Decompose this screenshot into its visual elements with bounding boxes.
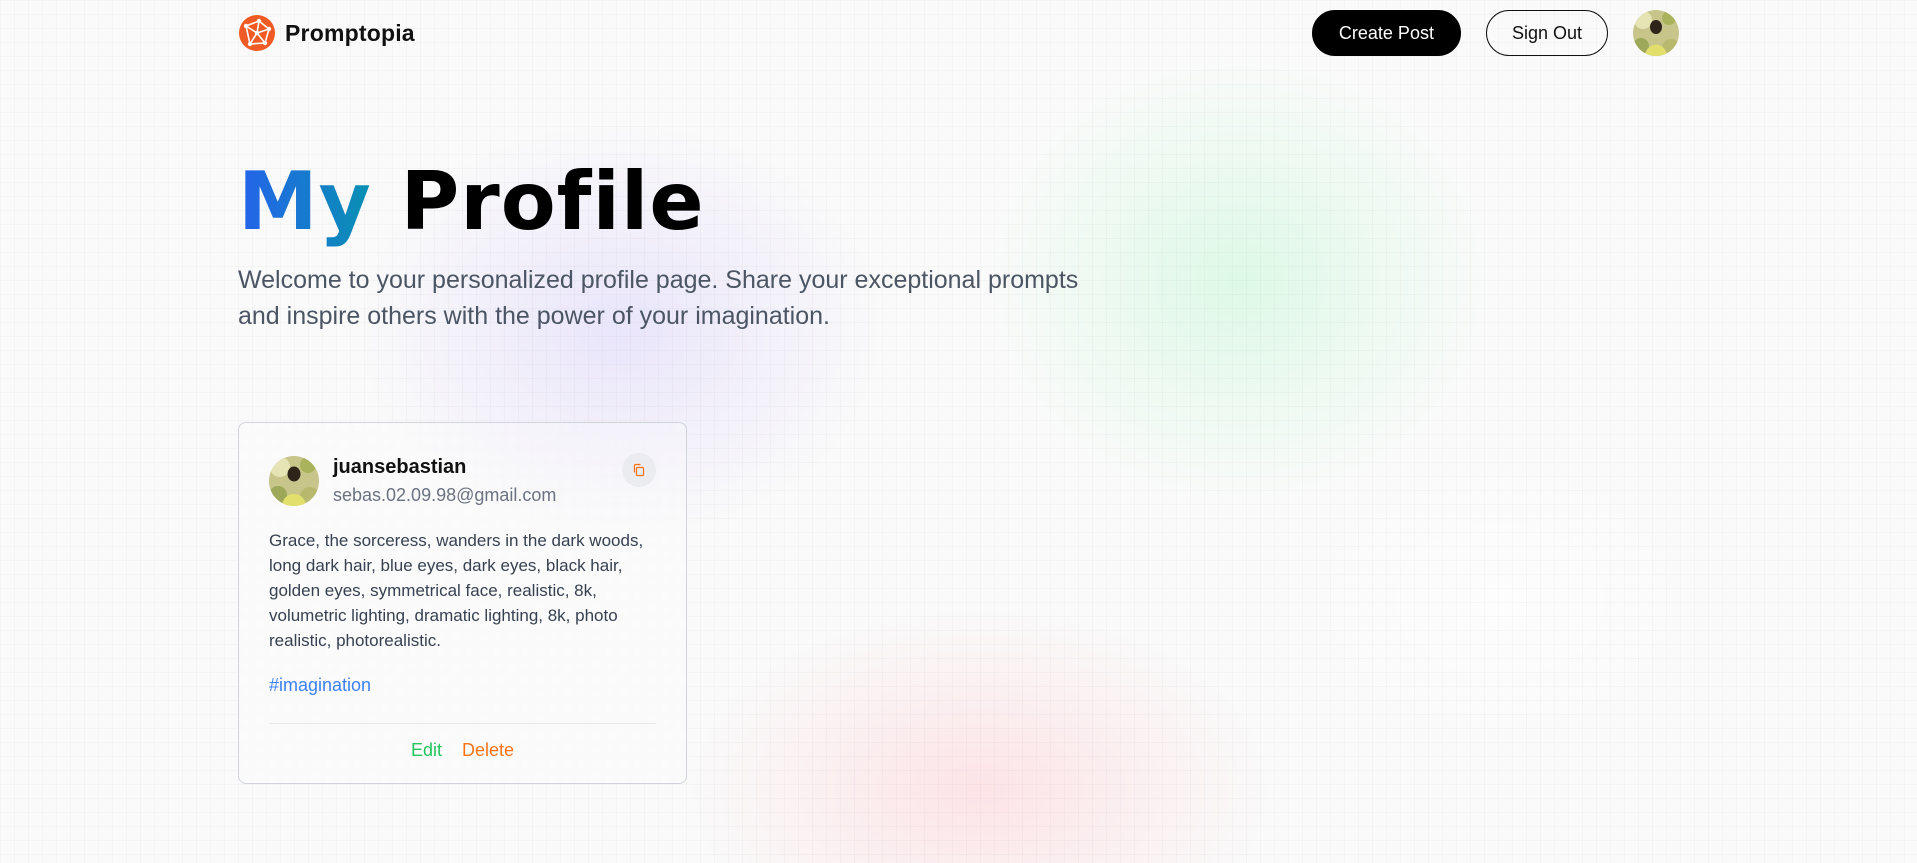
copy-button[interactable] bbox=[622, 453, 656, 487]
author-avatar[interactable] bbox=[269, 456, 319, 506]
author-avatar-photo bbox=[269, 456, 319, 506]
card-actions: Edit Delete bbox=[239, 740, 686, 761]
nav-actions: Create Post Sign Out bbox=[1311, 10, 1679, 56]
prompt-tag[interactable]: #imagination bbox=[269, 675, 371, 696]
delete-button[interactable]: Delete bbox=[462, 740, 514, 761]
create-post-button[interactable]: Create Post bbox=[1311, 10, 1461, 56]
user-avatar[interactable] bbox=[1633, 10, 1679, 56]
promptopia-logo-icon bbox=[239, 15, 275, 51]
avatar-photo bbox=[1633, 10, 1679, 56]
sign-out-button[interactable]: Sign Out bbox=[1485, 10, 1608, 56]
page-title: My Profile bbox=[238, 162, 705, 242]
page-description: Welcome to your personalized profile pag… bbox=[238, 266, 1079, 330]
page-title-accent: My bbox=[238, 155, 372, 248]
author-email: sebas.02.09.98@gmail.com bbox=[333, 485, 557, 505]
author-username: juansebastian bbox=[333, 456, 467, 478]
brand-link[interactable]: Promptopia bbox=[238, 14, 415, 52]
brand-name: Promptopia bbox=[285, 19, 415, 46]
page-title-rest: Profile bbox=[400, 155, 705, 248]
prompt-text: Grace, the sorceress, wanders in the dar… bbox=[269, 531, 644, 650]
card-divider bbox=[269, 723, 656, 724]
copy-icon bbox=[633, 463, 645, 477]
author-info: juansebastian sebas.02.09.98@gmail.com bbox=[333, 456, 556, 506]
top-navbar: Promptopia Create Post Sign Out bbox=[238, 10, 1679, 58]
prompt-card-author[interactable]: juansebastian sebas.02.09.98@gmail.com bbox=[269, 456, 556, 506]
profile-page: Promptopia Create Post Sign Out My Profi… bbox=[0, 0, 1917, 863]
edit-button[interactable]: Edit bbox=[411, 740, 442, 761]
prompt-card: juansebastian sebas.02.09.98@gmail.com G… bbox=[238, 422, 687, 784]
